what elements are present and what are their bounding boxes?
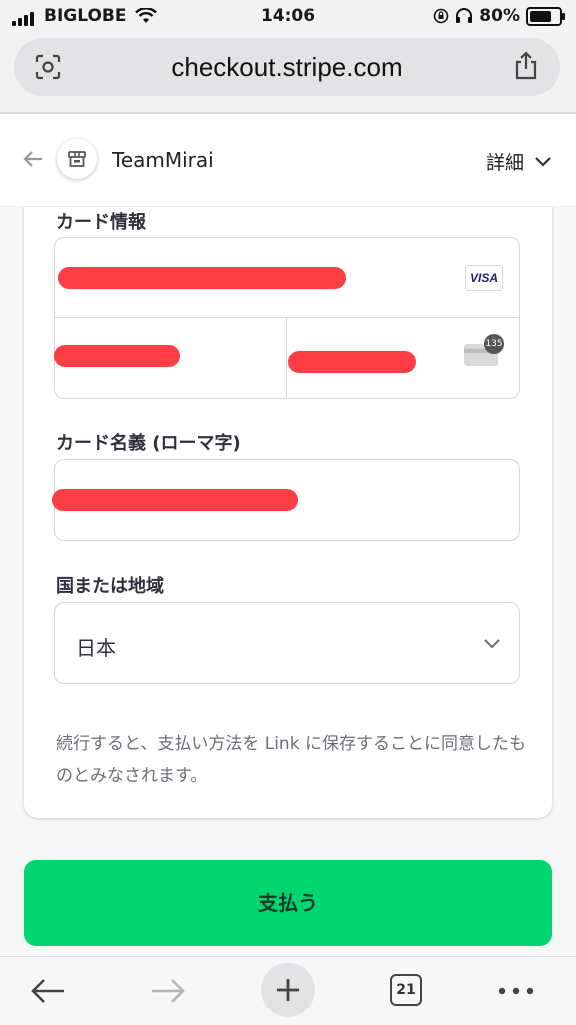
country-select[interactable]: [54, 602, 520, 684]
back-arrow-icon[interactable]: [22, 148, 44, 170]
merchant-name: TeamMirai: [112, 148, 214, 172]
chevron-down-icon: [484, 639, 500, 649]
tab-count-button[interactable]: 21: [390, 974, 422, 1006]
back-arrow-icon[interactable]: [30, 977, 66, 1005]
details-label: 詳細: [485, 152, 524, 174]
country-value: 日本: [76, 636, 116, 660]
redacted-cvc: [288, 351, 416, 373]
more-options-icon[interactable]: [498, 987, 534, 995]
battery-percent: 80%: [479, 6, 520, 26]
new-tab-button[interactable]: [261, 963, 315, 1017]
store-icon: [68, 151, 86, 167]
checkout-header: TeamMirai 詳細: [0, 114, 576, 207]
orientation-lock-icon: [433, 8, 449, 24]
card-info-label: カード情報: [56, 212, 146, 233]
redacted-cardholder-name: [52, 489, 298, 511]
plus-icon: [277, 979, 299, 1001]
browser-toolbar: 21: [0, 956, 576, 1025]
url-text[interactable]: checkout.stripe.com: [14, 52, 560, 83]
forward-arrow-icon[interactable]: [150, 977, 186, 1005]
cvc-card-icon: 135: [464, 334, 504, 366]
merchant-logo: [57, 139, 97, 179]
address-bar[interactable]: checkout.stripe.com: [14, 38, 560, 96]
redacted-card-number: [58, 267, 346, 289]
cvc-hint-number: 135: [484, 334, 504, 354]
redacted-expiry: [54, 345, 180, 367]
link-consent-text: 続行すると、支払い方法を Link に保存することに同意したものとみなされます。: [56, 734, 526, 786]
pay-button[interactable]: 支払う: [24, 860, 552, 946]
headphones-icon: [456, 8, 473, 23]
chevron-down-icon: [535, 156, 551, 167]
country-label: 国または地域: [56, 576, 164, 597]
status-bar: BIGLOBE 14:06 80%: [0, 0, 576, 34]
battery-icon: [526, 6, 565, 26]
visa-card-icon: VISA: [465, 265, 503, 291]
details-toggle[interactable]: 詳細: [486, 148, 552, 175]
share-icon[interactable]: [512, 51, 540, 81]
cardholder-name-label: カード名義 (ローマ字): [56, 433, 241, 454]
